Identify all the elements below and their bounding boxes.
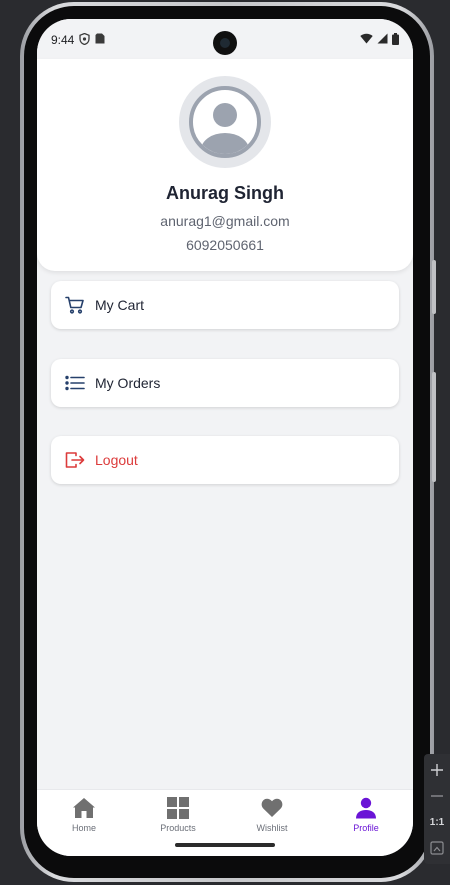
person-icon <box>354 796 378 820</box>
profile-name: Anurag Singh <box>166 183 284 203</box>
actual-size-button[interactable]: 1:1 <box>427 812 447 832</box>
emulator-zoom-toolbar: 1:1 <box>424 754 450 864</box>
profile-card: Anurag Singh anurag1@gmail.com 609205066… <box>37 59 413 271</box>
grid-icon <box>166 796 190 820</box>
list-icon <box>65 373 85 393</box>
home-gesture-bar[interactable] <box>175 843 275 847</box>
cart-icon <box>65 295 85 315</box>
status-time: 9:44 <box>51 33 75 47</box>
logout-label: Logout <box>95 452 138 468</box>
fit-screen-icon[interactable] <box>427 838 447 858</box>
nav-profile-label: Profile <box>353 823 379 833</box>
home-icon <box>72 796 96 820</box>
logout-button[interactable]: Logout <box>51 436 399 484</box>
phone-frame: 9:44 Anurag Singh anurag1@gmail.com 6092… <box>20 2 434 882</box>
app-screen: 9:44 Anurag Singh anurag1@gmail.com 6092… <box>37 19 413 856</box>
front-camera <box>213 31 237 55</box>
status-left: 9:44 <box>51 32 105 48</box>
emulator-stage: 9:44 Anurag Singh anurag1@gmail.com 6092… <box>0 0 450 885</box>
status-right <box>360 32 399 48</box>
my-orders-button[interactable]: My Orders <box>51 359 399 407</box>
signal-icon <box>377 33 388 47</box>
nav-products-label: Products <box>160 823 196 833</box>
nav-wishlist-label: Wishlist <box>256 823 288 833</box>
profile-email: anurag1@gmail.com <box>160 213 290 229</box>
heart-icon <box>260 796 284 820</box>
shield-icon <box>79 32 91 48</box>
wifi-icon <box>360 33 373 47</box>
nav-profile[interactable]: Profile <box>319 790 413 856</box>
phone-bezel: 9:44 Anurag Singh anurag1@gmail.com 6092… <box>24 6 430 878</box>
nav-home[interactable]: Home <box>37 790 131 856</box>
my-cart-label: My Cart <box>95 297 144 313</box>
zoom-out-button[interactable] <box>427 786 447 806</box>
logout-icon <box>65 450 85 470</box>
profile-phone: 6092050661 <box>186 237 264 253</box>
battery-icon <box>392 32 399 48</box>
my-cart-button[interactable]: My Cart <box>51 281 399 329</box>
power-button <box>432 260 436 314</box>
zoom-in-button[interactable] <box>427 760 447 780</box>
sim-icon <box>95 33 105 47</box>
nav-home-label: Home <box>71 823 96 833</box>
status-bar: 9:44 <box>37 19 413 59</box>
my-orders-label: My Orders <box>95 375 161 391</box>
user-avatar-icon <box>179 76 271 168</box>
volume-button <box>432 372 436 482</box>
